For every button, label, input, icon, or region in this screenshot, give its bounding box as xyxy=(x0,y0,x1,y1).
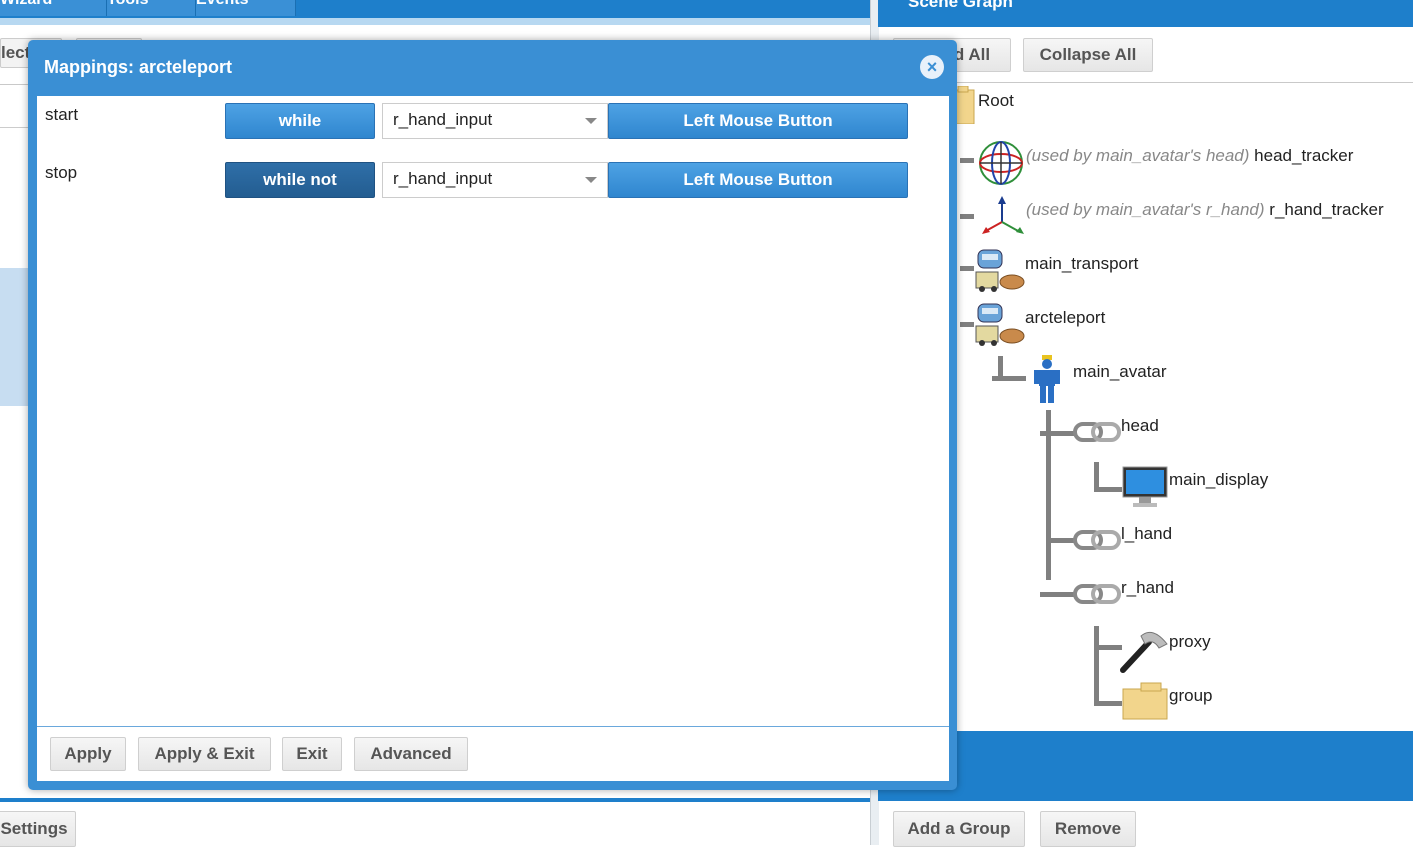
tab-wizard[interactable]: Wizard xyxy=(0,0,107,16)
link-icon xyxy=(1073,420,1121,449)
panel-title: Scene Graph xyxy=(908,0,1013,11)
tab-tools[interactable]: Tools xyxy=(107,0,196,16)
tracker-icon xyxy=(978,139,1024,192)
add-group-button[interactable]: Add a Group xyxy=(893,811,1025,847)
tree-node-main-avatar[interactable]: main_avatar xyxy=(1073,362,1167,382)
input-button-selector[interactable]: Left Mouse Button xyxy=(608,162,908,198)
transport-icon xyxy=(974,302,1026,353)
input-button-selector[interactable]: Left Mouse Button xyxy=(608,103,908,139)
divider xyxy=(0,798,870,802)
divider xyxy=(878,82,1413,83)
tree-node-r-hand-tracker[interactable]: (used by main_avatar's r_hand) r_hand_tr… xyxy=(1026,200,1384,220)
tree-node-root[interactable]: Root xyxy=(978,91,1014,111)
chevron-down-icon xyxy=(585,118,597,124)
input-select-value: r_hand_input xyxy=(393,169,493,188)
left-top-bar: Wizard Tools Events xyxy=(0,0,870,18)
exit-button[interactable]: Exit xyxy=(282,737,342,771)
avatar-icon xyxy=(1033,355,1061,408)
mapping-name: start xyxy=(45,105,79,124)
mappings-list: start while r_hand_input Left Mouse Butt… xyxy=(37,96,949,727)
mappings-dialog: Mappings: arcteleport × start while r_ha… xyxy=(28,40,957,790)
folder-icon xyxy=(1121,681,1169,726)
link-icon xyxy=(1073,582,1121,611)
monitor-icon xyxy=(1121,465,1169,514)
link-icon xyxy=(1073,528,1121,557)
collapse-all-button[interactable]: Collapse All xyxy=(1023,38,1153,72)
tree-node-head-tracker[interactable]: (used by main_avatar's head) head_tracke… xyxy=(1026,146,1353,166)
tree-node-main-transport[interactable]: main_transport xyxy=(1025,254,1138,274)
tree-node-proxy[interactable]: proxy xyxy=(1169,632,1211,652)
tree-node-arcteleport[interactable]: arcteleport xyxy=(1025,308,1105,328)
tree-node-r-hand[interactable]: r_hand xyxy=(1121,578,1174,598)
apply-exit-button[interactable]: Apply & Exit xyxy=(138,737,271,771)
input-select[interactable]: r_hand_input xyxy=(382,103,608,139)
tree-node-group[interactable]: group xyxy=(1169,686,1212,706)
settings-button[interactable]: Settings xyxy=(0,811,76,847)
tree-node-head[interactable]: head xyxy=(1121,416,1159,436)
condition-toggle-button[interactable]: while not xyxy=(225,162,375,198)
scene-graph-header: Scene Graph xyxy=(878,0,1413,27)
condition-toggle-button[interactable]: while xyxy=(225,103,375,139)
mapping-name: stop xyxy=(45,163,78,182)
tree-node-main-display[interactable]: main_display xyxy=(1169,470,1268,490)
close-icon[interactable]: × xyxy=(920,55,944,79)
dialog-footer: Apply Apply & Exit Exit Advanced xyxy=(37,727,949,781)
left-strip xyxy=(0,18,870,25)
chevron-down-icon xyxy=(585,177,597,183)
hammer-icon xyxy=(1119,626,1169,679)
dialog-title: Mappings: arcteleport xyxy=(44,57,233,77)
input-select-value: r_hand_input xyxy=(393,110,493,129)
transport-icon xyxy=(974,248,1026,299)
apply-button[interactable]: Apply xyxy=(50,737,126,771)
remove-button[interactable]: Remove xyxy=(1040,811,1136,847)
advanced-button[interactable]: Advanced xyxy=(354,737,468,771)
scene-graph-footer-bar xyxy=(878,731,1413,801)
axes-icon xyxy=(980,196,1026,241)
tab-events[interactable]: Events xyxy=(196,0,296,16)
tree-node-l-hand[interactable]: l_hand xyxy=(1121,524,1172,544)
input-select[interactable]: r_hand_input xyxy=(382,162,608,198)
